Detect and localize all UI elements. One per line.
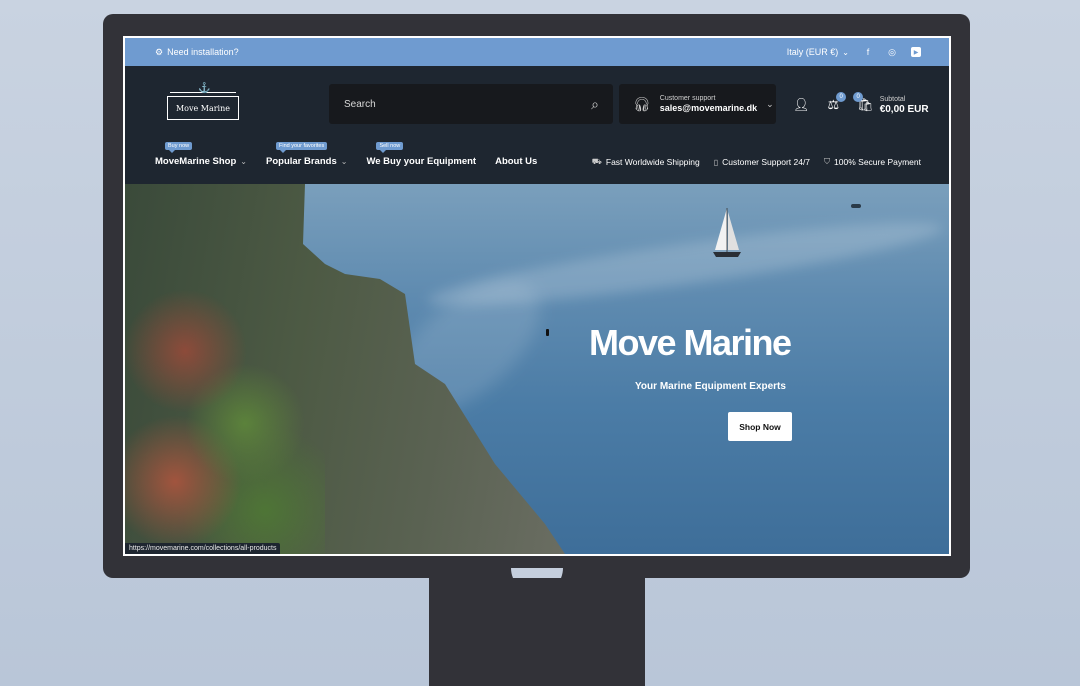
usp-support: ▯ Customer Support 24/7 [714, 157, 810, 167]
facebook-icon[interactable]: f [863, 47, 873, 57]
foliage-image [125, 264, 325, 554]
small-boat-image [851, 204, 861, 208]
site-header: ⚓ Move Marine Search ⌕ 🎧︎ Customer suppo… [125, 66, 949, 184]
truck-icon: ⛟ [591, 157, 602, 166]
chevron-down-icon: ⌄ [340, 157, 348, 166]
search-icon[interactable]: ⌕ [591, 96, 599, 113]
chevron-down-icon: ⌄ [842, 47, 849, 57]
search-input[interactable]: Search ⌕ [329, 84, 613, 124]
usp-label: Customer Support 24/7 [722, 157, 811, 167]
announcement-bar: ⚙ Need installation? Italy (EUR €) ⌄ f ◎… [125, 38, 949, 66]
screen: ⚙ Need installation? Italy (EUR €) ⌄ f ◎… [123, 36, 951, 556]
shop-now-button[interactable]: Shop Now [728, 412, 792, 441]
status-url: https://movemarine.com/collections/all-p… [125, 543, 281, 554]
compare-count-badge: 0 [836, 92, 847, 103]
cart-button[interactable]: 🛍︎ 0 Subtotal €0,00 EUR [853, 92, 929, 115]
headset-icon: 🎧︎ [633, 95, 651, 112]
phone-icon: ▯ [713, 157, 719, 167]
usp-list: ⛟ Fast Worldwide Shipping ▯ Customer Sup… [592, 157, 921, 167]
locale-label: Italy (EUR €) [786, 47, 839, 57]
nav-item-shop[interactable]: Buy now MoveMarine Shop ⌄ [155, 136, 247, 167]
nav-tag-find-favorites: Find your favorites [276, 142, 328, 153]
nav-label: About Us [495, 156, 538, 167]
anchor-icon: ⚓ [198, 83, 211, 94]
gear-icon: ⚙ [155, 46, 164, 57]
buoy-image [546, 329, 549, 336]
youtube-icon[interactable]: ▶ [911, 47, 921, 57]
subtotal-value: €0,00 EUR [879, 103, 929, 115]
support-email: sales@movemarine.dk [659, 102, 758, 113]
main-nav: Buy now MoveMarine Shop ⌄ Find your favo… [155, 136, 537, 167]
nav-tag-sell-now: Sell now [376, 142, 404, 153]
nav-label: MoveMarine Shop [155, 156, 237, 167]
logo-text: Move Marine [175, 103, 231, 113]
locale-selector[interactable]: Italy (EUR €) ⌄ [787, 47, 849, 57]
sailboat-image [713, 208, 741, 257]
instagram-icon[interactable]: ◎ [887, 47, 897, 57]
monitor-stand [429, 578, 645, 686]
installation-label: Need installation? [167, 47, 239, 57]
nav-tag-buy-now: Buy now [165, 142, 193, 153]
site-logo[interactable]: ⚓ Move Marine [167, 83, 239, 120]
nav-label: We Buy your Equipment [366, 156, 477, 167]
usp-label: 100% Secure Payment [834, 157, 921, 167]
usp-payment: ⛉ 100% Secure Payment [824, 157, 921, 167]
support-label: Customer support [659, 94, 716, 102]
installation-link[interactable]: ⚙ Need installation? [155, 47, 239, 57]
monitor-frame: ⚙ Need installation? Italy (EUR €) ⌄ f ◎… [103, 14, 970, 578]
compare-icon[interactable]: ⚖ 0 [828, 92, 847, 113]
hero-banner: Move Marine Your Marine Equipment Expert… [125, 184, 949, 554]
nav-item-sell[interactable]: Sell now We Buy your Equipment [366, 136, 476, 167]
customer-support-dropdown[interactable]: 🎧︎ Customer support sales@movemarine.dk … [619, 84, 776, 124]
hero-title: Move Marine [589, 322, 792, 363]
chevron-down-icon: ⌄ [766, 98, 774, 109]
usp-shipping: ⛟ Fast Worldwide Shipping [592, 157, 700, 167]
cart-count-badge: 0 [853, 92, 864, 103]
search-placeholder: Search [344, 98, 376, 110]
subtotal-label: Subtotal [879, 96, 906, 103]
hero-subtitle: Your Marine Equipment Experts [635, 381, 786, 392]
cart-icon: 🛍︎ 0 [853, 92, 874, 113]
nav-item-about[interactable]: About Us [495, 136, 537, 167]
nav-item-brands[interactable]: Find your favorites Popular Brands ⌄ [266, 136, 347, 167]
nav-label: Popular Brands [266, 156, 337, 167]
usp-label: Fast Worldwide Shipping [605, 157, 700, 167]
chevron-down-icon: ⌄ [240, 157, 247, 166]
shield-icon: ⛉ [824, 157, 831, 166]
website-viewport: ⚙ Need installation? Italy (EUR €) ⌄ f ◎… [125, 38, 949, 554]
account-icon[interactable]: 👤︎ [793, 97, 810, 113]
